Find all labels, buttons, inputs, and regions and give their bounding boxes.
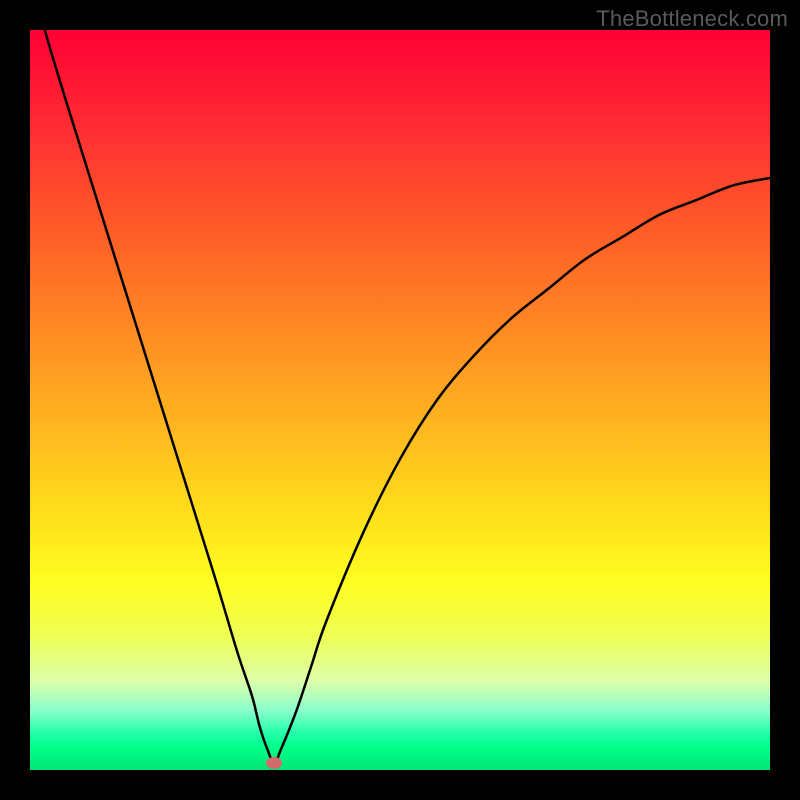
- curve-svg: [30, 30, 770, 770]
- chart-container: TheBottleneck.com: [0, 0, 800, 800]
- plot-area: [30, 30, 770, 770]
- min-marker: [266, 757, 282, 769]
- bottleneck-curve-path: [30, 30, 770, 763]
- watermark-text: TheBottleneck.com: [596, 6, 788, 32]
